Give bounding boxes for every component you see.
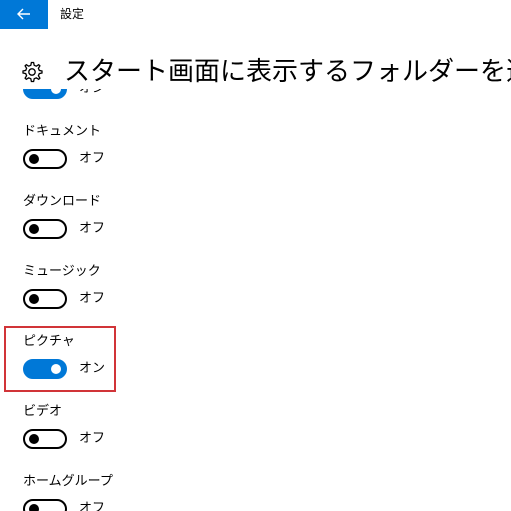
toggle-knob — [29, 434, 39, 444]
toggle-knob — [29, 154, 39, 164]
setting-music: ミュージック オフ — [23, 263, 223, 323]
toggle-state-videos: オフ — [79, 431, 106, 446]
toggle-music[interactable] — [23, 289, 67, 309]
toggle-state-downloads: オフ — [79, 221, 106, 236]
partial-setting-row: オン — [23, 89, 143, 101]
toggle-state-documents: オフ — [79, 151, 106, 166]
toggle-pictures[interactable] — [23, 359, 67, 379]
setting-documents: ドキュメント オフ — [23, 123, 223, 183]
toggle-state-homegroup: オフ — [79, 501, 106, 511]
toggle-switch-partial[interactable] — [23, 89, 67, 99]
toggle-state-music: オフ — [79, 291, 106, 306]
toggle-homegroup[interactable] — [23, 499, 67, 511]
setting-label-videos: ビデオ — [23, 404, 63, 419]
back-button[interactable] — [0, 0, 48, 29]
toggle-state-partial: オン — [79, 89, 105, 98]
toggle-downloads[interactable] — [23, 219, 67, 239]
setting-videos: ビデオ オフ — [23, 403, 223, 463]
toggle-knob — [51, 89, 61, 94]
setting-downloads: ダウンロード オフ — [23, 193, 223, 253]
settings-window: 設定 スタート画面に表示するフォルダーを選ぶ オン ドキュメント オフ ダウンロ… — [0, 0, 511, 511]
setting-label-homegroup: ホームグループ — [23, 474, 113, 489]
app-title: 設定 — [60, 7, 85, 21]
toggle-videos[interactable] — [23, 429, 67, 449]
toggle-knob — [29, 224, 39, 234]
setting-pictures: ピクチャ オン — [23, 333, 223, 393]
gear-icon — [20, 60, 44, 84]
setting-label-downloads: ダウンロード — [23, 194, 102, 209]
back-arrow-icon — [17, 5, 31, 24]
page-title: スタート画面に表示するフォルダーを選ぶ — [64, 57, 511, 87]
toggle-knob — [29, 504, 39, 511]
title-bar: 設定 — [0, 0, 511, 29]
page-header: スタート画面に表示するフォルダーを選ぶ — [20, 52, 511, 92]
toggle-documents[interactable] — [23, 149, 67, 169]
toggle-knob — [29, 294, 39, 304]
setting-label-pictures: ピクチャ — [23, 334, 75, 349]
toggle-knob — [51, 364, 61, 374]
setting-label-music: ミュージック — [23, 264, 101, 279]
setting-label-documents: ドキュメント — [23, 124, 102, 139]
toggle-state-pictures: オン — [79, 361, 106, 376]
setting-homegroup: ホームグループ オフ — [23, 473, 223, 511]
